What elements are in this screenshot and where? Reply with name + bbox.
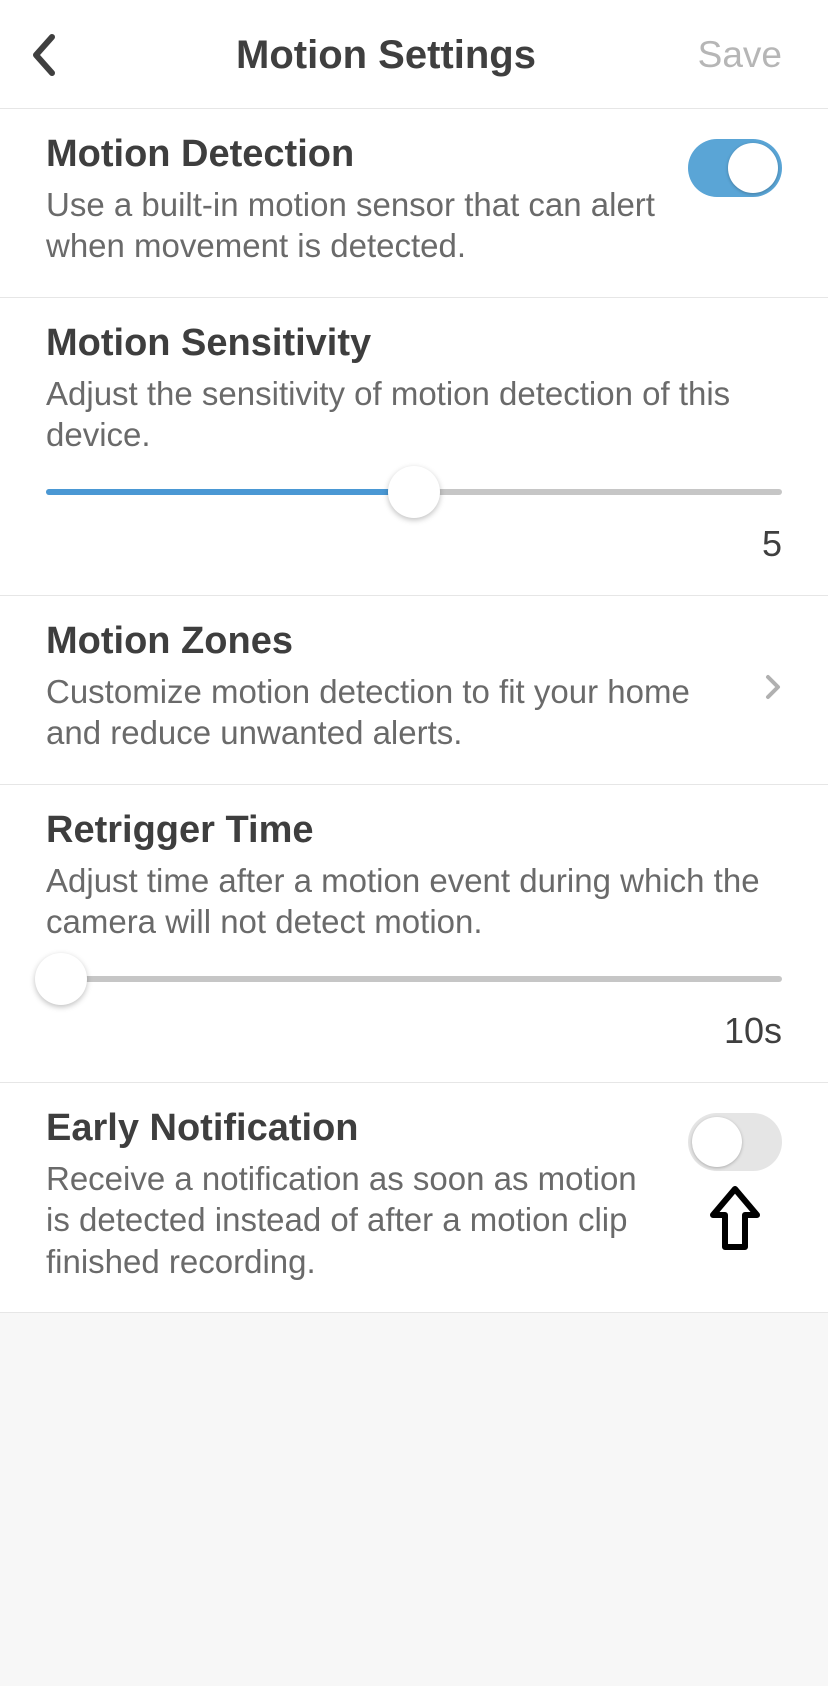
chevron-right-icon [764,673,782,706]
back-button[interactable] [30,30,80,80]
retrigger-time-desc: Adjust time after a motion event during … [46,860,762,943]
retrigger-time-title: Retrigger Time [46,809,762,852]
motion-detection-title: Motion Detection [46,133,668,176]
up-arrow-icon [709,1185,761,1258]
motion-sensitivity-value: 5 [46,523,782,565]
motion-detection-desc: Use a built-in motion sensor that can al… [46,184,668,267]
motion-sensitivity-slider[interactable] [46,489,782,495]
motion-sensitivity-title: Motion Sensitivity [46,322,762,365]
chevron-left-icon [30,33,58,77]
early-notification-title: Early Notification [46,1107,668,1150]
motion-zones-title: Motion Zones [46,620,744,663]
page-title: Motion Settings [80,33,692,78]
section-motion-sensitivity: Motion Sensitivity Adjust the sensitivit… [0,298,828,597]
section-retrigger-time: Retrigger Time Adjust time after a motio… [0,785,828,1084]
early-notification-toggle[interactable] [688,1113,782,1171]
retrigger-time-value: 10s [46,1010,782,1052]
motion-zones-desc: Customize motion detection to fit your h… [46,671,744,754]
section-motion-detection: Motion Detection Use a built-in motion s… [0,109,828,298]
motion-sensitivity-desc: Adjust the sensitivity of motion detecti… [46,373,762,456]
section-early-notification: Early Notification Receive a notificatio… [0,1083,828,1313]
save-button[interactable]: Save [692,34,782,76]
header: Motion Settings Save [0,0,828,109]
retrigger-time-slider[interactable] [46,976,782,982]
motion-detection-toggle[interactable] [688,139,782,197]
early-notification-desc: Receive a notification as soon as motion… [46,1158,668,1282]
section-motion-zones[interactable]: Motion Zones Customize motion detection … [0,596,828,785]
